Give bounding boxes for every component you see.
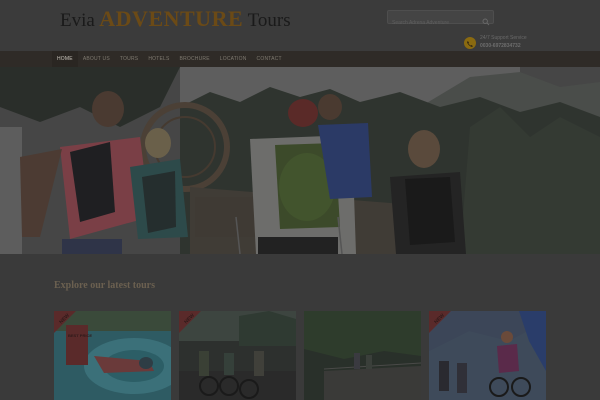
nav-item-home[interactable]: HOME	[52, 51, 78, 67]
tour-card-image	[304, 311, 421, 400]
main-nav: HOME ABOUT US TOURS HOTELS BROCHURE LOCA…	[0, 51, 600, 67]
hero-image	[0, 67, 600, 254]
badge-best-price: BEST PRICE	[68, 333, 92, 338]
search-box	[387, 10, 494, 29]
nav-item-about-us[interactable]: ABOUT US	[78, 51, 115, 67]
tour-card-image: NEW	[429, 311, 546, 400]
section-title-latest-tours: Explore our latest tours	[54, 280, 156, 291]
tour-card[interactable]: NEW BEST PRICE	[54, 311, 171, 400]
nav-item-hotels[interactable]: HOTELS	[143, 51, 174, 67]
logo-word-evia: Evia	[60, 10, 95, 31]
nav-item-tours[interactable]: TOURS	[115, 51, 143, 67]
nav-item-contact[interactable]: CONTACT	[252, 51, 287, 67]
logo-word-adventure: ADVENTURE	[99, 6, 244, 31]
support-phone[interactable]: 0030-6972834732	[480, 43, 521, 49]
nav-item-brochure[interactable]: BROCHURE	[175, 51, 215, 67]
tour-card[interactable]: NEW	[429, 311, 546, 400]
site-logo[interactable]: Evia ADVENTURE Tours	[60, 6, 291, 32]
search-icon[interactable]	[482, 13, 490, 31]
tour-card-image: NEW	[179, 311, 296, 400]
site-header: Evia ADVENTURE Tours 24/7 Support Servic…	[0, 0, 600, 51]
tour-card[interactable]: NEW	[179, 311, 296, 400]
nav-item-location[interactable]: LOCATION	[215, 51, 252, 67]
tour-card-image: NEW BEST PRICE	[54, 311, 171, 400]
hero-banner	[0, 67, 600, 254]
support-label: 24/7 Support Service	[480, 35, 527, 41]
tour-card[interactable]	[304, 311, 421, 400]
search-input[interactable]	[388, 17, 478, 29]
phone-icon	[464, 37, 476, 49]
logo-word-tours: Tours	[247, 10, 291, 31]
